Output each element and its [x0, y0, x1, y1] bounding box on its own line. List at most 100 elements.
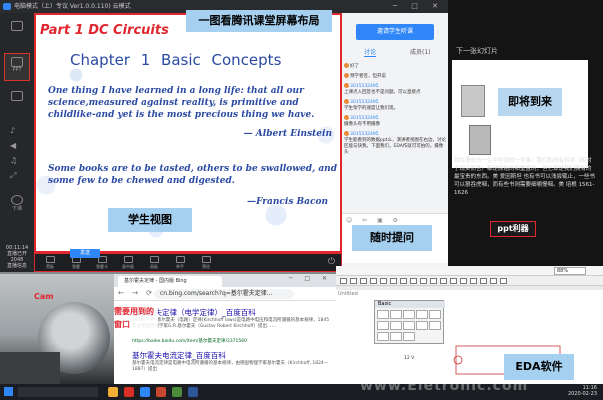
live-info: 00:11:14 直播已开 2048 直播信息 — [2, 245, 32, 269]
capacitor-icon[interactable] — [390, 310, 402, 319]
raise-hand-icon — [175, 256, 185, 263]
basic-components-panel[interactable]: Basic — [374, 300, 445, 344]
eda-app-icon[interactable] — [172, 387, 182, 397]
window-controls[interactable]: ─ □ ✕ — [289, 275, 332, 282]
quote-einstein-author: — Albert Einstein — [243, 129, 332, 139]
url-input[interactable]: cn.bing.com/search?q=基尔霍夫定律... — [154, 289, 294, 299]
speaker-icon[interactable]: ◀ — [10, 141, 16, 150]
avatar — [344, 115, 349, 120]
lamp-icon[interactable] — [390, 332, 402, 341]
browser-tab[interactable]: 基尔霍夫定律 - 国内版 Bing — [118, 276, 222, 287]
crystal-icon[interactable] — [403, 332, 415, 341]
potentiometer-icon[interactable] — [377, 321, 389, 330]
inductor-icon[interactable] — [403, 310, 415, 319]
share-icon — [11, 21, 23, 31]
system-clock[interactable]: 11:16 2020-02-23 — [568, 385, 597, 397]
component-icon[interactable] — [410, 278, 417, 284]
voltage-label: 12 V — [404, 356, 415, 361]
component-icon[interactable] — [490, 278, 497, 284]
toolbar-pip[interactable]: 画中画 — [117, 256, 139, 270]
component-icon[interactable] — [500, 278, 507, 284]
sidebar-item-share[interactable] — [4, 21, 30, 31]
microphone-icon[interactable]: ♪ — [10, 126, 15, 135]
power-icon[interactable]: ⏻ — [328, 257, 335, 267]
zoom-select[interactable]: 88% — [554, 267, 586, 275]
message-text: 好了 — [350, 64, 359, 69]
search-result-desc: 2018-7-3 · 基尔霍夫（电路）定律(Kirchhoff laws)是电路… — [132, 318, 330, 329]
search-result-title[interactable]: 基尔霍夫电流定律_百度百科 — [132, 350, 226, 361]
fullscreen-icon[interactable]: ⤢ — [10, 171, 16, 181]
eda-toolbar: 88% — [336, 266, 603, 276]
component-icon[interactable] — [480, 278, 487, 284]
relay-icon[interactable] — [429, 310, 441, 319]
message-text: 摄像头有不用摄像 — [344, 122, 380, 127]
invite-students-button[interactable]: 邀请学生听课 — [356, 24, 434, 40]
component-icon[interactable] — [340, 278, 347, 284]
annotation-cam: Cam — [34, 292, 54, 301]
search-result-url[interactable]: https://baike.baidu.com/item/基尔霍夫定律/2371… — [132, 338, 247, 344]
toolbar-blackboard[interactable]: 黑板 — [39, 256, 61, 270]
quote-bacon-author: —Francis Bacon — [247, 197, 328, 207]
avatar — [344, 83, 349, 88]
socket-icon[interactable] — [429, 321, 441, 330]
component-icon[interactable] — [380, 278, 387, 284]
toolbar-raise-hand[interactable]: 举手 — [169, 256, 191, 270]
transformer-icon[interactable] — [403, 321, 415, 330]
component-icon[interactable] — [350, 278, 357, 284]
sidebar-item-ppt[interactable]: PPT — [4, 53, 30, 81]
toolbar-preview[interactable]: 预览 — [195, 256, 217, 270]
tencent-classroom-icon[interactable] — [140, 387, 150, 397]
component-icon[interactable] — [460, 278, 467, 284]
avatar — [344, 131, 349, 136]
annotation-ask: 随时提问 — [352, 225, 432, 251]
switch-icon[interactable] — [416, 310, 428, 319]
send-button[interactable]: 发送 — [70, 249, 100, 258]
component-icon[interactable] — [430, 278, 437, 284]
start-icon[interactable] — [4, 387, 13, 396]
sidebar-ppt-label: PPT — [12, 67, 22, 73]
toolbar-label: 预览 — [202, 264, 210, 269]
toolbar-quiz[interactable]: 答题 — [65, 256, 87, 270]
tab-members[interactable]: 成员(1) — [410, 47, 431, 56]
explorer-icon[interactable] — [108, 387, 118, 397]
diode-icon[interactable] — [390, 321, 402, 330]
component-icon[interactable] — [440, 278, 447, 284]
toolbar-label: 答题 — [72, 264, 80, 269]
powerpoint-icon[interactable] — [156, 387, 166, 397]
window-controls[interactable]: ─ □ ✕ — [393, 0, 444, 13]
annotation-needed-window: 需要用到的窗口 — [114, 305, 158, 331]
resistor-icon[interactable] — [377, 310, 389, 319]
component-icon[interactable] — [360, 278, 367, 284]
camera-object — [0, 352, 60, 384]
end-class-button[interactable]: 下课 — [4, 195, 30, 212]
toolbar-answer-card[interactable]: 答题卡 — [91, 256, 113, 270]
component-icon[interactable] — [450, 278, 457, 284]
ppt-icon — [11, 57, 23, 67]
live-info-label: 直播信息 — [6, 263, 27, 269]
chat-input-tools[interactable]: ☺ ✂ ▣ ⚙ — [346, 217, 402, 224]
word-icon[interactable] — [188, 387, 198, 397]
user-id: 3015532495 — [350, 116, 379, 121]
annotation-eda: EDA软件 — [504, 354, 574, 380]
tab-discussion[interactable]: 讨论 — [364, 47, 377, 57]
avatar — [344, 63, 349, 68]
connector-icon[interactable] — [416, 321, 428, 330]
chat-messages: 好了 预学者签，但开说 3015532495 上课点入回签也不是问题。可以直接点 … — [344, 63, 446, 213]
component-icon[interactable] — [400, 278, 407, 284]
music-icon[interactable]: ♫ — [10, 156, 17, 165]
nav-buttons[interactable]: ← → ⟳ — [118, 289, 155, 297]
chrome-icon[interactable] — [124, 387, 134, 397]
sidebar-item-video[interactable] — [4, 91, 30, 101]
toolbar-label: 答题卡 — [96, 264, 108, 269]
fuse-icon[interactable] — [377, 332, 389, 341]
eda-component-toolbar — [336, 276, 603, 286]
quote-bacon: Some books are to be tasted, others to b… — [48, 164, 338, 186]
component-icon[interactable] — [390, 278, 397, 284]
component-icon[interactable] — [420, 278, 427, 284]
component-icon[interactable] — [470, 278, 477, 284]
component-icon[interactable] — [370, 278, 377, 284]
clock-date: 2020-02-23 — [567, 391, 597, 397]
toolbar-drawing[interactable]: 画板 — [143, 256, 165, 270]
power-icon — [11, 195, 23, 205]
taskbar-search[interactable] — [18, 387, 98, 397]
